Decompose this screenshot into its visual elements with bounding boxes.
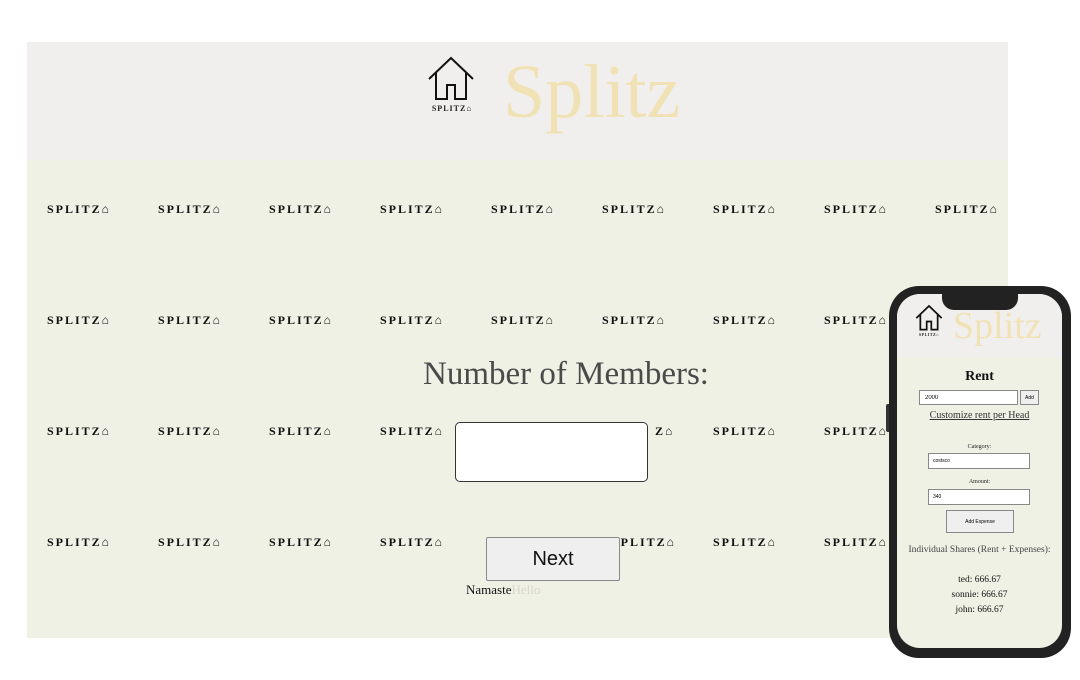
rent-input[interactable] bbox=[919, 390, 1018, 405]
app-header: SPLITZ⌂ Splitz bbox=[27, 42, 1008, 160]
watermark-logo: SPLITZ⌂ bbox=[713, 313, 777, 327]
watermark-logo: SPLITZ⌂ bbox=[935, 202, 999, 216]
watermark-logo: SPLITZ⌂ bbox=[602, 313, 666, 327]
watermark-logo: SPLITZ⌂ bbox=[47, 202, 111, 216]
amount-label: Amount: bbox=[968, 479, 991, 485]
phone-mockup: SPLITZ⌂ Splitz Rent Add Customize rent p… bbox=[886, 286, 1071, 658]
mobile-app-title: Splitz bbox=[953, 305, 1042, 347]
watermark-logo: SPLITZ⌂ bbox=[491, 313, 555, 327]
watermark-logo: SPLITZ⌂ bbox=[47, 313, 111, 327]
phone-notch bbox=[942, 294, 1018, 310]
watermark-logo: SPLITZ⌂ bbox=[713, 202, 777, 216]
watermark-logo: SPLITZ⌂ bbox=[824, 424, 888, 438]
share-line: john: 666.67 bbox=[955, 605, 1004, 615]
category-label: Category: bbox=[967, 444, 992, 450]
watermark-logo: SPLITZ⌂ bbox=[269, 424, 333, 438]
rent-add-button[interactable]: Add bbox=[1020, 390, 1039, 405]
mobile-splitz-logo[interactable]: SPLITZ⌂ bbox=[912, 304, 946, 340]
watermark-logo: SPLITZ⌂ bbox=[380, 424, 444, 438]
rent-heading: Rent bbox=[965, 369, 994, 384]
watermark-logo: SPLITZ⌂ bbox=[612, 535, 676, 549]
greeting-text: NamasteHello bbox=[466, 582, 540, 598]
next-button[interactable]: Next bbox=[486, 537, 620, 581]
watermark-logo: SPLITZ⌂ bbox=[380, 202, 444, 216]
watermark-logo: SPLITZ⌂ bbox=[491, 202, 555, 216]
phone-screen: SPLITZ⌂ Splitz Rent Add Customize rent p… bbox=[897, 294, 1062, 648]
members-label: Number of Members: bbox=[423, 356, 709, 392]
watermark-logo: SPLITZ⌂ bbox=[713, 424, 777, 438]
watermark-logo: SPLITZ⌂ bbox=[380, 313, 444, 327]
mobile-logo-wordmark: SPLITZ⌂ bbox=[918, 332, 940, 337]
watermark-logo: SPLITZ⌂ bbox=[602, 202, 666, 216]
watermark-logo: SPLITZ⌂ bbox=[269, 313, 333, 327]
watermark-logo: SPLITZ⌂ bbox=[824, 535, 888, 549]
watermark-logo: SPLITZ⌂ bbox=[158, 313, 222, 327]
house-icon bbox=[428, 56, 474, 100]
watermark-logo: SPLITZ⌂ bbox=[380, 535, 444, 549]
share-line: ted: 666.67 bbox=[958, 575, 1001, 585]
shares-heading: Individual Shares (Rent + Expenses): bbox=[908, 545, 1051, 555]
greeting-hello-faded: Hello bbox=[511, 582, 541, 597]
watermark-logo-fragment: Z⌂ bbox=[655, 424, 675, 438]
watermark-logo: SPLITZ⌂ bbox=[824, 313, 888, 327]
watermark-logo: SPLITZ⌂ bbox=[158, 424, 222, 438]
share-line: sonnie: 666.67 bbox=[951, 590, 1008, 600]
watermark-logo: SPLITZ⌂ bbox=[269, 202, 333, 216]
watermark-logo: SPLITZ⌂ bbox=[158, 202, 222, 216]
phone-side-button bbox=[886, 404, 889, 432]
greeting-namaste: Namaste bbox=[466, 582, 512, 597]
watermark-logo: SPLITZ⌂ bbox=[824, 202, 888, 216]
add-expense-button[interactable]: Add Expense bbox=[946, 510, 1014, 533]
amount-input[interactable] bbox=[928, 489, 1030, 505]
watermark-logo: SPLITZ⌂ bbox=[158, 535, 222, 549]
house-icon bbox=[915, 304, 943, 331]
watermark-logo: SPLITZ⌂ bbox=[269, 535, 333, 549]
customize-rent-link[interactable]: Customize rent per Head bbox=[897, 410, 1062, 421]
app-title: Splitz bbox=[503, 50, 681, 134]
splitz-logo[interactable]: SPLITZ⌂ bbox=[423, 55, 481, 117]
desktop-app-window: SPLITZ⌂ Splitz SPLITZ⌂ SPLITZ⌂ SPLITZ⌂ SPLI… bbox=[27, 42, 1008, 638]
watermark-logo: SPLITZ⌂ bbox=[47, 535, 111, 549]
watermark-logo: SPLITZ⌂ bbox=[713, 535, 777, 549]
members-count-input[interactable] bbox=[455, 422, 648, 482]
watermark-logo: SPLITZ⌂ bbox=[47, 424, 111, 438]
category-input[interactable] bbox=[928, 453, 1030, 469]
logo-wordmark: SPLITZ⌂ bbox=[431, 104, 473, 113]
